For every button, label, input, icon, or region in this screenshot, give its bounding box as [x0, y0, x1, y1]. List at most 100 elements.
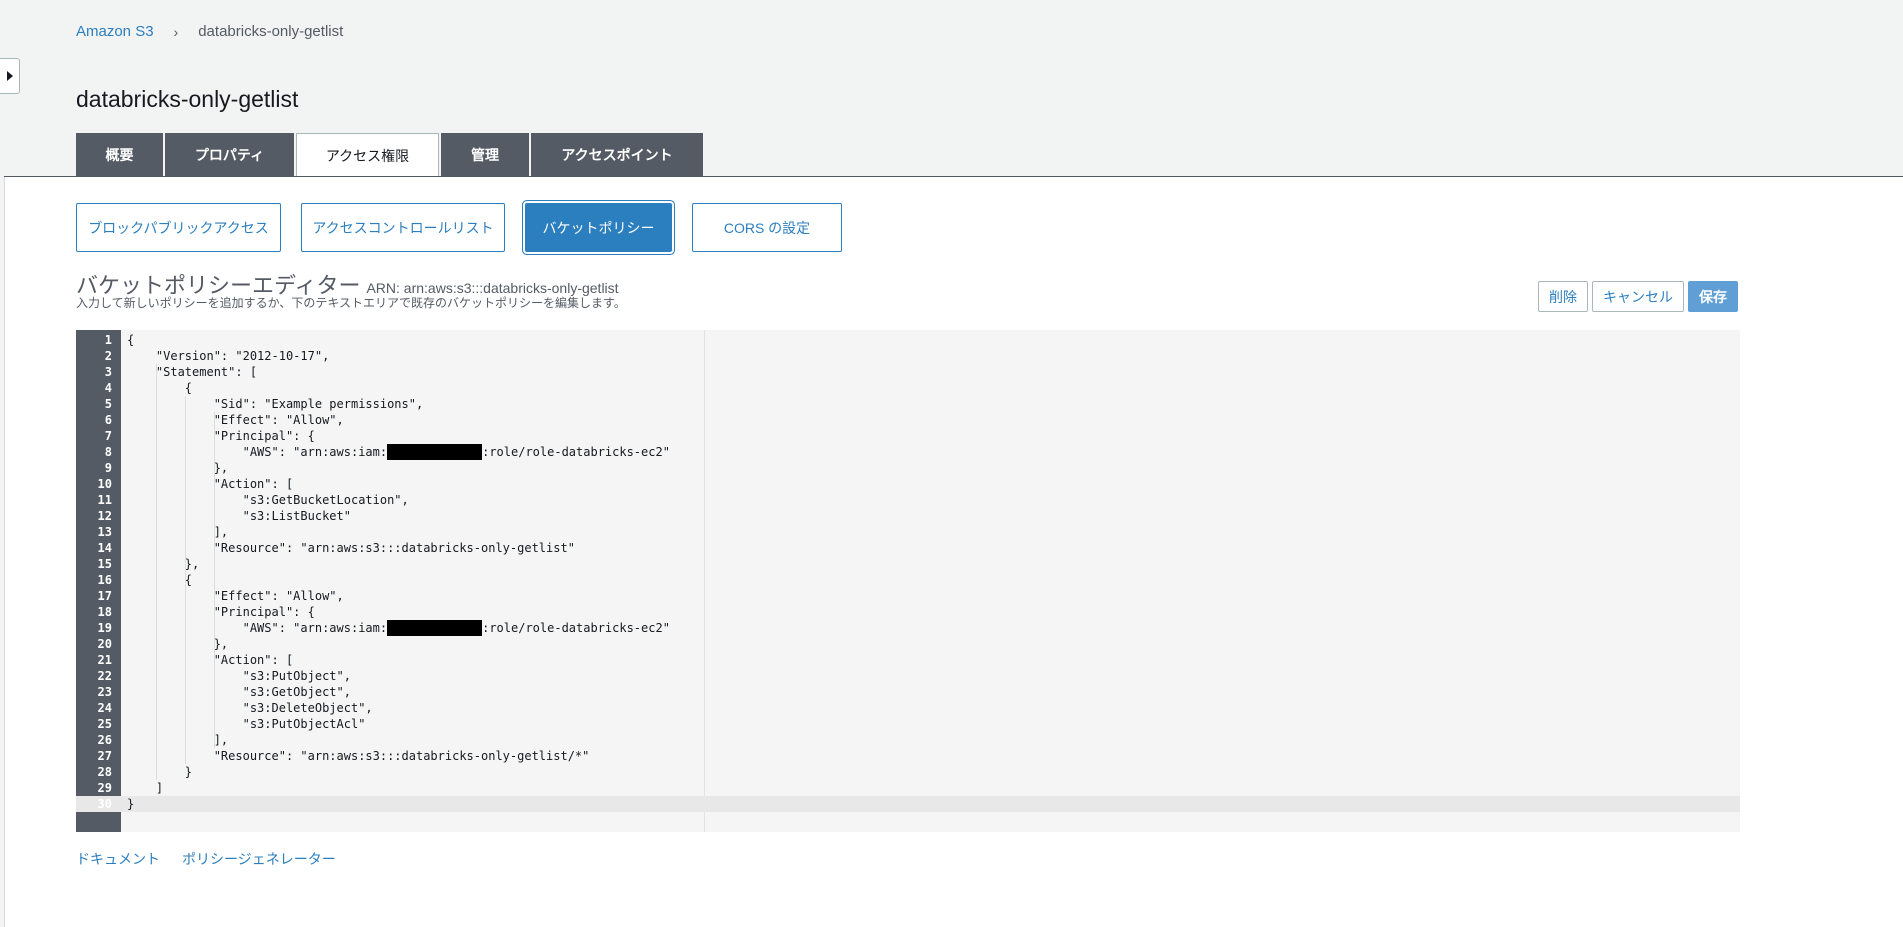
- code-line: 9 },: [76, 460, 1740, 476]
- redaction-block: [387, 620, 483, 636]
- line-number: 17: [97, 589, 112, 603]
- code-line: 25 "s3:PutObjectAcl": [76, 716, 1740, 732]
- code-line: 11 "s3:GetBucketLocation",: [76, 492, 1740, 508]
- code-text: "AWS": "arn:aws:iam::role/role-databrick…: [127, 620, 670, 636]
- code-text: "Effect": "Allow",: [127, 589, 344, 603]
- sidebar-toggle-button[interactable]: [0, 58, 20, 94]
- code-line: 26 ],: [76, 732, 1740, 748]
- code-text: }: [127, 765, 193, 779]
- code-line: 6 "Effect": "Allow",: [76, 412, 1740, 428]
- line-number: 26: [97, 733, 112, 747]
- documentation-link[interactable]: ドキュメント: [76, 849, 160, 869]
- line-number: 21: [97, 653, 112, 667]
- footer-links: ドキュメント ポリシージェネレーター: [76, 849, 358, 869]
- delete-button[interactable]: 削除: [1538, 281, 1588, 312]
- line-number: 29: [97, 781, 112, 795]
- breadcrumb-current: databricks-only-getlist: [198, 23, 344, 40]
- line-number: 3: [104, 365, 112, 379]
- code-text: "Resource": "arn:aws:s3:::databricks-onl…: [127, 749, 590, 763]
- line-number: 13: [97, 525, 112, 539]
- line-number: 10: [97, 477, 112, 491]
- line-number: 28: [97, 765, 112, 779]
- line-number: 15: [97, 557, 112, 571]
- code-line: 3 "Statement": [: [76, 364, 1740, 380]
- code-line: 20 },: [76, 636, 1740, 652]
- code-text: "s3:PutObject",: [127, 669, 351, 683]
- code-line: 1{: [76, 332, 1740, 348]
- save-button[interactable]: 保存: [1688, 281, 1738, 312]
- code-line: 17 "Effect": "Allow",: [76, 588, 1740, 604]
- page-title: databricks-only-getlist: [76, 86, 299, 112]
- code-line: 2 "Version": "2012-10-17",: [76, 348, 1740, 364]
- code-text: ],: [127, 525, 229, 539]
- indent-guide: [156, 364, 157, 780]
- tab-overview[interactable]: 概要: [76, 133, 163, 176]
- code-text: "s3:GetObject",: [127, 685, 351, 699]
- line-number: 25: [97, 717, 112, 731]
- code-text: "s3:ListBucket": [127, 509, 351, 523]
- policy-generator-link[interactable]: ポリシージェネレーター: [182, 849, 336, 869]
- line-number: 12: [97, 509, 112, 523]
- line-number: 7: [104, 429, 112, 443]
- code-line: 22 "s3:PutObject",: [76, 668, 1740, 684]
- line-number: 18: [97, 605, 112, 619]
- left-border: [4, 176, 5, 927]
- code-text: {: [127, 333, 135, 347]
- line-number: 2: [104, 349, 112, 363]
- code-text: "s3:PutObjectAcl": [127, 717, 366, 731]
- breadcrumb-amazon-s3[interactable]: Amazon S3: [76, 23, 154, 40]
- bucket-policy-button[interactable]: バケットポリシー: [525, 203, 672, 252]
- cors-button[interactable]: CORS の設定: [692, 203, 842, 252]
- line-number: 19: [97, 621, 112, 635]
- tab-divider: [4, 176, 1903, 177]
- code-line: 4 {: [76, 380, 1740, 396]
- code-line: 8 "AWS": "arn:aws:iam::role/role-databri…: [76, 444, 1740, 460]
- tab-permissions[interactable]: アクセス権限: [296, 133, 439, 177]
- policy-code-editor[interactable]: 1{2 "Version": "2012-10-17", 3 "Statement…: [76, 330, 1740, 832]
- permissions-subnav: ブロックパブリックアクセス アクセスコントロールリスト バケットポリシー COR…: [76, 203, 862, 252]
- code-text: },: [127, 637, 229, 651]
- tab-properties[interactable]: プロパティ: [165, 133, 294, 176]
- code-line: 10 "Action": [: [76, 476, 1740, 492]
- code-line: 19 "AWS": "arn:aws:iam::role/role-databr…: [76, 620, 1740, 636]
- line-number: 20: [97, 637, 112, 651]
- code-line: 28 }: [76, 764, 1740, 780]
- code-text: "Action": [: [127, 653, 294, 667]
- line-number: 8: [104, 445, 112, 459]
- line-number: 1: [104, 333, 112, 347]
- code-text: },: [127, 461, 229, 475]
- code-line: 14 "Resource": "arn:aws:s3:::databricks-…: [76, 540, 1740, 556]
- code-text: "Version": "2012-10-17",: [127, 349, 330, 363]
- tab-bar: 概要 プロパティ アクセス権限 管理 アクセスポイント: [76, 133, 705, 177]
- line-number: 24: [97, 701, 112, 715]
- tab-management[interactable]: 管理: [441, 133, 529, 176]
- code-text: "Effect": "Allow",: [127, 413, 344, 427]
- code-line: 13 ],: [76, 524, 1740, 540]
- code-line: 15 },: [76, 556, 1740, 572]
- code-text: "AWS": "arn:aws:iam::role/role-databrick…: [127, 444, 670, 460]
- code-text: },: [127, 557, 200, 571]
- indent-guide: [185, 396, 186, 764]
- redaction-block: [387, 444, 483, 460]
- code-text: }: [127, 797, 135, 811]
- block-public-access-button[interactable]: ブロックパブリックアクセス: [76, 203, 281, 252]
- cancel-button[interactable]: キャンセル: [1592, 281, 1684, 312]
- breadcrumb: Amazon S3 › databricks-only-getlist: [76, 23, 343, 40]
- code-line: 5 "Sid": "Example permissions",: [76, 396, 1740, 412]
- code-line: 12 "s3:ListBucket": [76, 508, 1740, 524]
- code-text: ],: [127, 733, 229, 747]
- line-number: 6: [104, 413, 112, 427]
- editor-actions: 削除 キャンセル 保存: [1538, 281, 1738, 312]
- line-number: 22: [97, 669, 112, 683]
- code-line: 24 "s3:DeleteObject",: [76, 700, 1740, 716]
- code-text: "Statement": [: [127, 365, 258, 379]
- indent-guide: [214, 412, 215, 748]
- tab-access-points[interactable]: アクセスポイント: [531, 133, 703, 176]
- code-text: {: [127, 573, 193, 587]
- caret-right-icon: [6, 71, 13, 81]
- editor-description: 入力して新しいポリシーを追加するか、下のテキストエリアで既存のバケットポリシーを…: [76, 296, 626, 310]
- line-number: 16: [97, 573, 112, 587]
- line-number: 5: [104, 397, 112, 411]
- acl-button[interactable]: アクセスコントロールリスト: [301, 203, 505, 252]
- code-line: 23 "s3:GetObject",: [76, 684, 1740, 700]
